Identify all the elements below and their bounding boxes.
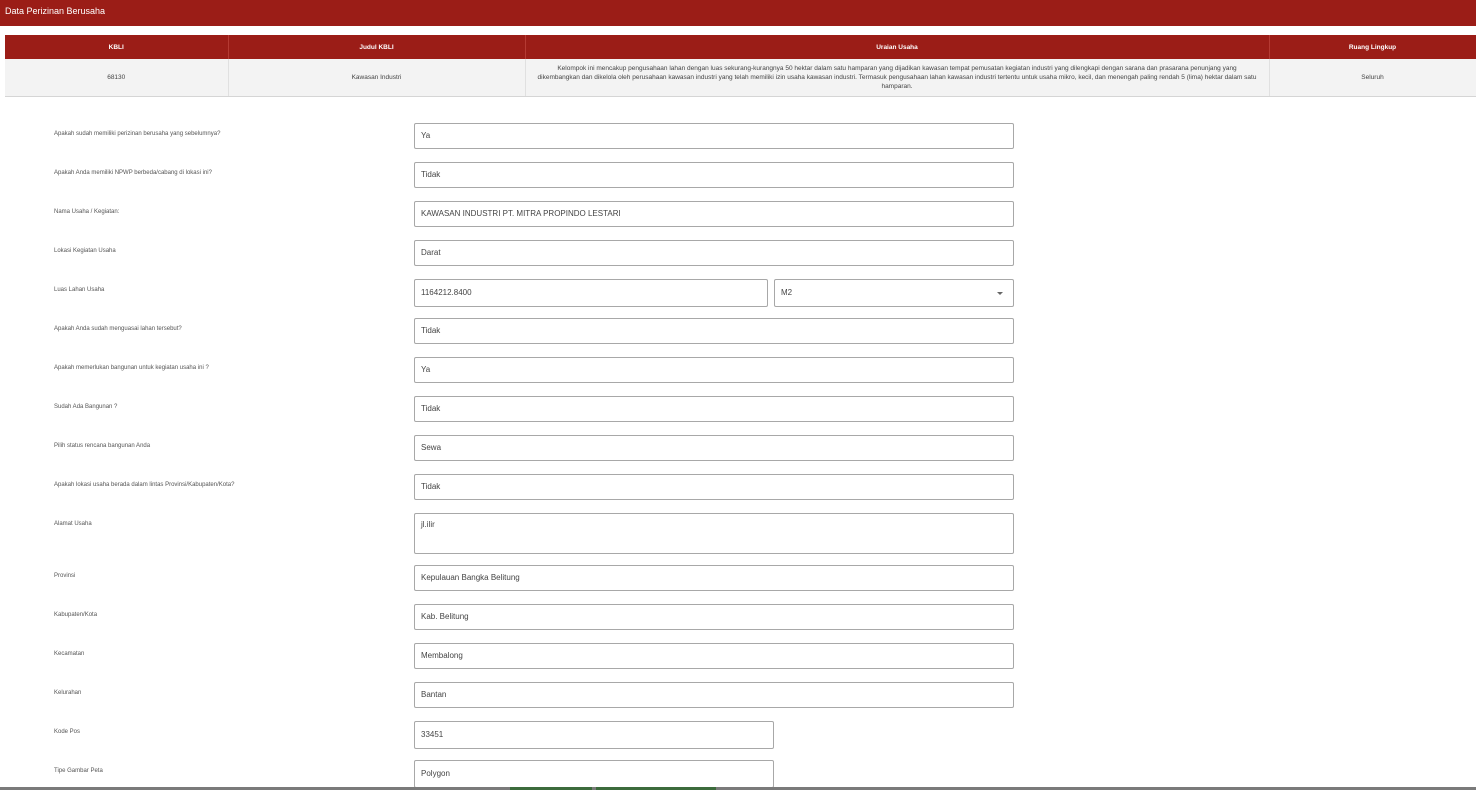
label-nama-usaha: Nama Usaha / Kegiatan:: [54, 209, 120, 215]
kode-pos-field[interactable]: 33451: [414, 721, 774, 749]
label-kecamatan: Kecamatan: [54, 651, 85, 657]
label-ada-bangunan: Sudah Ada Bangunan ?: [54, 404, 118, 410]
column-header-kbli: KBLI: [5, 35, 229, 59]
page-header: Data Perizinan Berusaha: [0, 0, 1476, 26]
kelurahan-field[interactable]: Bantan: [414, 682, 1014, 708]
label-kabupaten: Kabupaten/Kota: [54, 612, 98, 618]
label-kelurahan: Kelurahan: [54, 690, 82, 696]
provinsi-field[interactable]: Kepulauan Bangka Belitung: [414, 565, 1014, 591]
label-provinsi: Provinsi: [54, 573, 76, 579]
npwp-cabang-field[interactable]: Tidak: [414, 162, 1014, 188]
kecamatan-field[interactable]: Membalong: [414, 643, 1014, 669]
cell-uraian-usaha: Kelompok ini mencakup pengusahaan lahan …: [525, 59, 1270, 97]
alamat-textarea[interactable]: jl.ilir: [414, 513, 1014, 554]
label-tipe-peta: Tipe Gambar Peta: [54, 768, 103, 774]
luas-unit-value: M2: [781, 288, 793, 297]
label-kode-pos: Kode Pos: [54, 729, 81, 735]
luas-lahan-input[interactable]: 1164212.8400: [414, 279, 768, 307]
label-luas-lahan: Luas Lahan Usaha: [54, 287, 105, 293]
cell-judul-kbli: Kawasan Industri: [228, 59, 526, 97]
label-perizinan-sebelumnya: Apakah sudah memiliki perizinan berusaha…: [54, 131, 221, 137]
label-status-bangunan: Pilih status rencana bangunan Anda: [54, 443, 151, 449]
nama-usaha-field[interactable]: KAWASAN INDUSTRI PT. MITRA PROPINDO LEST…: [414, 201, 1014, 227]
column-header-judul-kbli: Judul KBLI: [228, 35, 526, 59]
table-header-row: KBLI Judul KBLI Uraian Usaha Ruang Lingk…: [5, 35, 1476, 59]
column-header-ruang-lingkup: Ruang Lingkup: [1269, 35, 1476, 59]
perizinan-sebelumnya-field[interactable]: Ya: [414, 123, 1014, 149]
table-row: 68130 Kawasan Industri Kelompok ini menc…: [5, 59, 1476, 97]
tipe-peta-field[interactable]: Polygon: [414, 760, 774, 788]
label-menguasai-lahan: Apakah Anda sudah menguasai lahan terseb…: [54, 326, 182, 332]
kabupaten-field[interactable]: Kab. Belitung: [414, 604, 1014, 630]
caret-down-icon: [997, 292, 1003, 295]
lintas-wilayah-field[interactable]: Tidak: [414, 474, 1014, 500]
luas-unit-select[interactable]: M2: [774, 279, 1014, 307]
label-lintas-wilayah: Apakah lokasi usaha berada dalam lintas …: [54, 482, 235, 488]
kbli-table: KBLI Judul KBLI Uraian Usaha Ruang Lingk…: [5, 35, 1476, 97]
page-title: Data Perizinan Berusaha: [5, 6, 106, 16]
status-bangunan-field[interactable]: Sewa: [414, 435, 1014, 461]
cell-ruang-lingkup: Seluruh: [1269, 59, 1476, 97]
label-alamat: Alamat Usaha: [54, 521, 92, 527]
perlu-bangunan-field[interactable]: Ya: [414, 357, 1014, 383]
column-header-uraian-usaha: Uraian Usaha: [525, 35, 1270, 59]
lokasi-kegiatan-field[interactable]: Darat: [414, 240, 1014, 266]
ada-bangunan-field[interactable]: Tidak: [414, 396, 1014, 422]
label-npwp-cabang: Apakah Anda memiliki NPWP berbeda/cabang…: [54, 170, 212, 176]
label-perlu-bangunan: Apakah memerlukan bangunan untuk kegiata…: [54, 365, 209, 371]
cell-kbli: 68130: [5, 59, 229, 97]
menguasai-lahan-field[interactable]: Tidak: [414, 318, 1014, 344]
label-lokasi-kegiatan: Lokasi Kegiatan Usaha: [54, 248, 116, 254]
